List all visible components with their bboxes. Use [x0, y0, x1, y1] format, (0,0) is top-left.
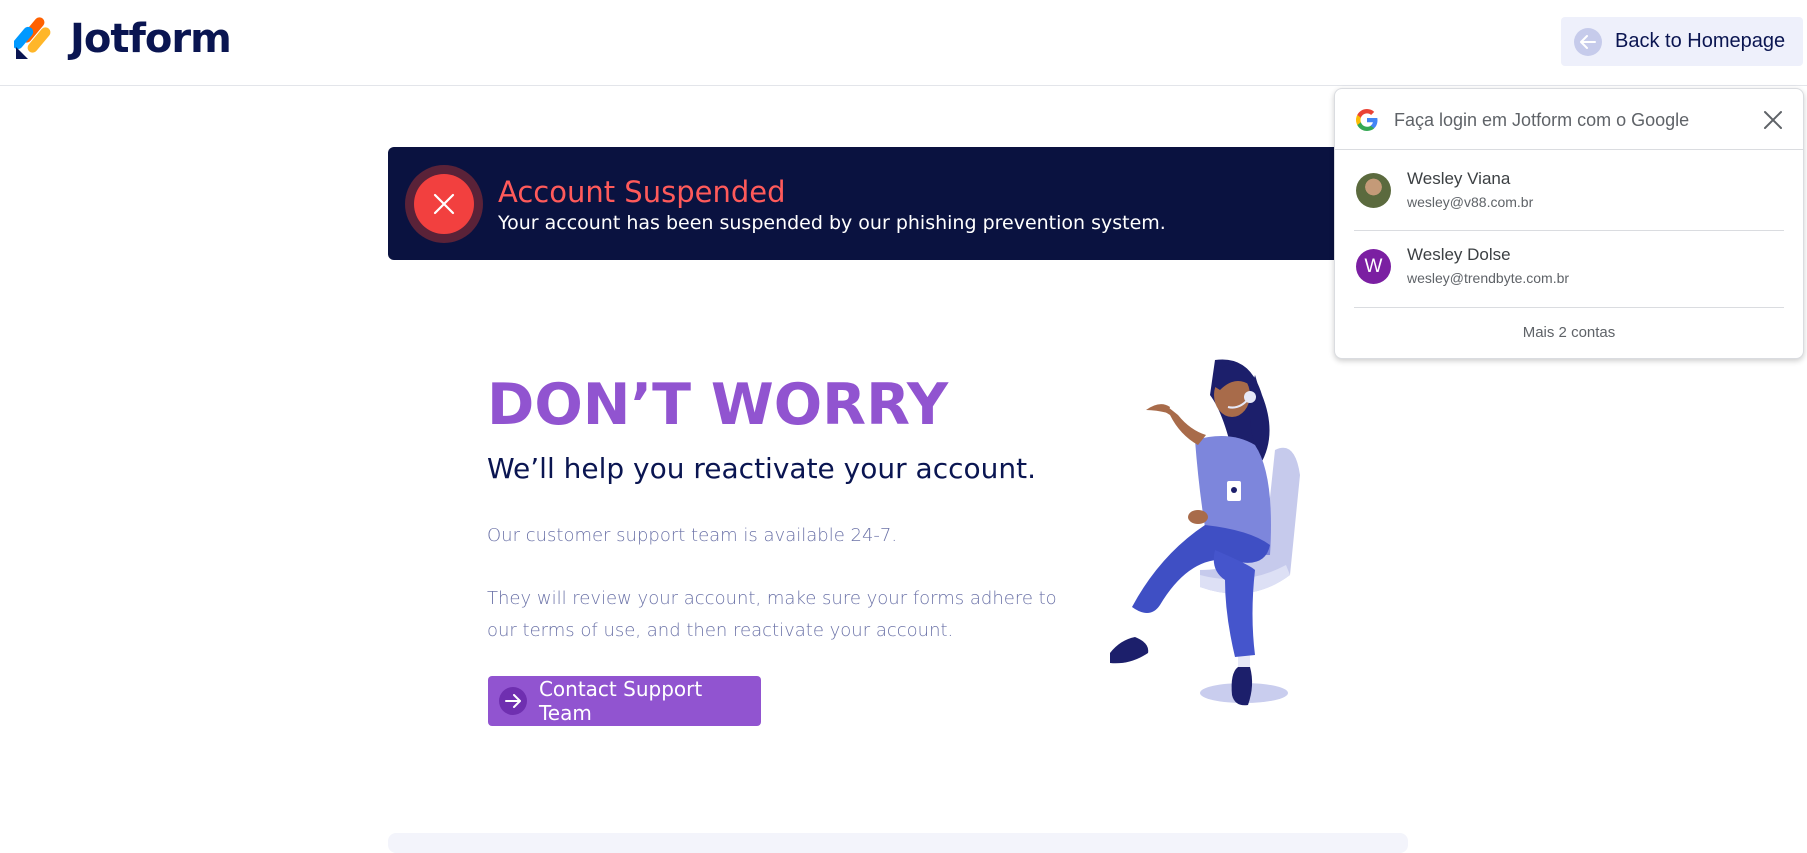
- google-icon: [1356, 109, 1378, 131]
- account-email: wesley@trendbyte.com.br: [1407, 270, 1570, 286]
- banner-subtitle: Your account has been suspended by our p…: [498, 212, 1166, 234]
- error-icon: [405, 165, 483, 243]
- account-option-wesley-viana[interactable]: Wesley Viana wesley@v88.com.br: [1335, 152, 1803, 227]
- avatar: W: [1356, 249, 1391, 284]
- banner-title: Account Suspended: [498, 175, 786, 209]
- support-availability-text: Our customer support team is available 2…: [487, 525, 898, 546]
- logo-text: Jotform: [70, 16, 232, 62]
- popup-header: Faça login em Jotform com o Google: [1335, 89, 1803, 150]
- jotform-logo[interactable]: Jotform: [12, 16, 232, 62]
- account-email: wesley@v88.com.br: [1407, 194, 1534, 210]
- account-name: Wesley Viana: [1407, 169, 1511, 188]
- contact-support-button[interactable]: Contact Support Team: [488, 676, 761, 726]
- jotform-logo-icon: [12, 17, 56, 61]
- account-option-wesley-dolse[interactable]: W Wesley Dolse wesley@trendbyte.com.br: [1335, 228, 1803, 303]
- support-agent-illustration: [1050, 355, 1320, 735]
- top-header: Jotform Back to Homepage: [0, 0, 1807, 86]
- page-headline: DON’T WORRY: [487, 372, 949, 438]
- review-explanation-text: They will review your account, make sure…: [487, 588, 1057, 641]
- back-button-label: Back to Homepage: [1615, 30, 1786, 52]
- arrow-left-icon: [1574, 27, 1602, 56]
- account-suspended-banner: Account Suspended Your account has been …: [388, 147, 1408, 260]
- page-subheadline: We’ll help you reactivate your account.: [487, 452, 1036, 485]
- divider: [1354, 307, 1784, 308]
- close-icon[interactable]: [1762, 109, 1784, 131]
- avatar: [1356, 173, 1391, 208]
- back-to-homepage-button[interactable]: Back to Homepage: [1561, 17, 1803, 66]
- popup-title: Faça login em Jotform com o Google: [1394, 110, 1690, 130]
- contact-support-label: Contact Support Team: [538, 677, 703, 725]
- more-accounts-link[interactable]: Mais 2 contas: [1335, 324, 1803, 341]
- google-one-tap-popup: Faça login em Jotform com o Google Wesle…: [1334, 88, 1804, 359]
- account-name: Wesley Dolse: [1407, 245, 1511, 264]
- bottom-card: [388, 833, 1408, 853]
- arrow-right-icon: [499, 687, 527, 715]
